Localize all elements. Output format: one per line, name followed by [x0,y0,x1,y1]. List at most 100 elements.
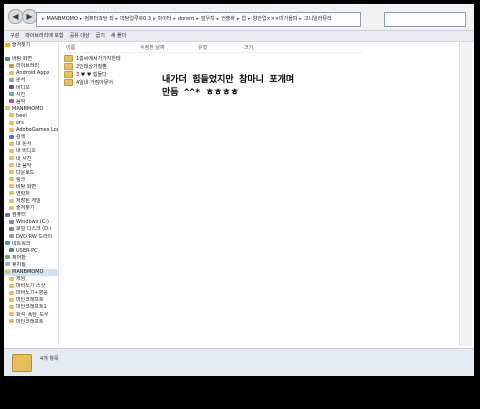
sidebar-item[interactable]: Windows (C:) [4,219,58,226]
file-name: 4일내 가점아뮤어 [76,80,113,86]
scrollbar[interactable] [459,42,472,346]
column-name[interactable]: 이름 [66,44,75,52]
search-input[interactable] [384,12,466,27]
folder-icon [64,79,73,86]
sidebar-item[interactable]: 내 비디오 [4,148,58,155]
sidebar-item-label: ors [16,120,24,127]
breadcrumb-separator-icon[interactable]: ▸ [116,16,119,22]
sidebar-item[interactable]: 라이브러리 [4,63,58,70]
sidebar-item[interactable]: 사진 [4,92,58,99]
toolbar-item[interactable]: 구성 [10,31,19,41]
breadcrumb-separator-icon[interactable]: ▸ [248,16,251,22]
sidebar-item-label: 비디오 [16,84,30,91]
sidebar-item-label: USER-PC [16,247,38,254]
sidebar-item[interactable]: DVD RW 드라이 [4,234,58,241]
sidebar-item[interactable]: 화석_폭탄_도우 [4,312,58,319]
list-item[interactable]: 2인데상가질뿐 [64,63,164,71]
breadcrumb-item[interactable]: 양안업×××미가을파 [253,16,298,22]
sidebar-item[interactable]: 마비노기 스샷 [4,283,58,290]
sidebar-item[interactable]: 연락처 [4,191,58,198]
breadcrumb-separator-icon[interactable]: ▸ [173,16,176,22]
column-type[interactable]: 유형 [198,44,207,52]
sidebar-item[interactable]: 마인크래프트1 [4,304,58,311]
sidebar-item[interactable]: AdobeGames Log [4,127,58,134]
list-item[interactable]: 1층씨에서가가지한테 [64,55,164,63]
toolbar-item[interactable]: 새 폴더 [111,31,126,41]
sidebar-item-label: 즐겨찾기 [16,205,35,212]
sidebar-item[interactable]: 게임 [4,276,58,283]
sidebar-item[interactable]: 제어판 [4,255,58,262]
breadcrumb-separator-icon[interactable]: ▸ [153,16,156,22]
control-panel-icon [5,255,10,260]
sidebar-item[interactable]: 즐겨찾기 [4,205,58,212]
sidebar-item-label: 내 사진 [16,155,32,162]
drive-icon [9,219,14,224]
list-item[interactable]: 4일내 가점아뮤어 [64,79,164,87]
folder-icon [9,148,14,153]
breadcrumb[interactable]: ▸ MANBMOMO ▸ 컴퓨터과당 최 ▸ 마탕업루르0.3 ▸ 마이터 ▸ dorent ▸ 발우… [36,12,361,27]
breadcrumb-separator-icon[interactable]: ▸ [196,16,199,22]
sidebar-item-label: Android Apps [16,70,50,77]
breadcrumb-item[interactable]: dorent [178,16,194,22]
computer-icon [9,248,14,253]
breadcrumb-item[interactable]: MANBMOMO [47,16,78,22]
sidebar-item[interactable]: 마인크래프트 [4,297,58,304]
toolbar-item[interactable]: 굽기 [96,31,105,41]
toolbar-item[interactable]: 라이브러리에 포함 [25,31,63,41]
sidebar-item[interactable]: 바탕 화면 [4,184,58,191]
sidebar-item[interactable]: 문서 [4,77,58,84]
sidebar-item[interactable]: MANBMOMO [4,269,58,277]
breadcrumb-separator-icon[interactable]: ▸ [80,16,83,22]
sidebar-item[interactable]: 휴지통 [4,262,58,269]
sidebar-item[interactable]: Android Apps [4,70,58,77]
toolbar-item[interactable]: 공유 대상 [70,31,90,41]
breadcrumb-item[interactable]: 발우치 [201,16,215,22]
folder-icon [64,71,73,78]
folder-icon [9,276,14,281]
sidebar-item-label: MANBMOMO [12,269,44,275]
column-size[interactable]: 크기 [244,44,253,52]
breadcrumb-item[interactable]: 업 [242,16,247,22]
column-date[interactable]: 수정한 날짜 [140,44,165,52]
address-bar-area: ◀ ▶ ▸ MANBMOMO ▸ 컴퓨터과당 최 ▸ 마탕업루르0.3 ▸ 마이터 ▸ doren… [4,4,474,31]
sidebar-item[interactable]: 내 음악 [4,163,58,170]
sidebar-item[interactable]: 마인크래프트 [4,319,58,326]
sidebar-item[interactable]: 다운로드 [4,170,58,177]
sidebar-item[interactable]: 마비노기+영웅 [4,290,58,297]
breadcrumb-item[interactable]: 마이터 [158,16,172,22]
file-name: 1층씨에서가가지한테 [76,56,121,62]
sidebar-item[interactable]: 바탕 화면 [4,56,58,63]
breadcrumb-separator-icon[interactable]: ▸ [237,16,240,22]
sidebar-item[interactable]: heel [4,113,58,120]
sidebar-item[interactable]: 즐겨찾기 [4,42,58,49]
sidebar-item[interactable]: 링크 [4,177,58,184]
forward-icon[interactable]: ▶ [22,9,37,24]
sidebar-item[interactable]: 내 사진 [4,156,58,163]
folder-icon [9,177,14,182]
sidebar-item[interactable]: 음악 [4,99,58,106]
folder-icon [64,55,73,62]
list-item[interactable]: 3 ♥ ♥ 힘들다 [64,71,164,79]
sidebar-item[interactable]: 검색 [4,134,58,141]
sidebar-item[interactable]: 비디오 [4,85,58,92]
sidebar-item[interactable]: ors [4,120,58,127]
file-list: 1층씨에서가가지한테 2인데상가질뿐 3 ♥ ♥ 힘들다 4일내 가점아뮤어 [64,55,164,87]
status-bar: 4개 항목 [4,348,474,376]
sidebar-item[interactable]: 저장된 게임 [4,198,58,205]
breadcrumb-separator-icon[interactable]: ▸ [42,16,45,22]
sidebar-item[interactable]: 로컬 디스크 (D:) [4,226,58,233]
breadcrumb-item[interactable]: 마탕업루르0.3 [120,16,151,22]
sidebar-item[interactable]: 내 문서 [4,141,58,148]
sidebar-item[interactable]: 컴퓨터 [4,212,58,219]
sidebar-item[interactable]: USER-PC [4,248,58,255]
folder-icon [9,297,14,302]
breadcrumb-item[interactable]: 고니일러뮤리 [304,16,332,22]
breadcrumb-separator-icon[interactable]: ▸ [217,16,220,22]
sidebar-item[interactable]: MANBMOMO [4,106,58,113]
document-icon [9,77,14,82]
breadcrumb-item[interactable]: 언출하 [221,16,235,22]
sidebar-item[interactable]: 네트워크 [4,241,58,248]
breadcrumb-separator-icon[interactable]: ▸ [299,16,302,22]
back-icon[interactable]: ◀ [8,9,23,24]
breadcrumb-item[interactable]: 컴퓨터과당 최 [84,16,113,22]
